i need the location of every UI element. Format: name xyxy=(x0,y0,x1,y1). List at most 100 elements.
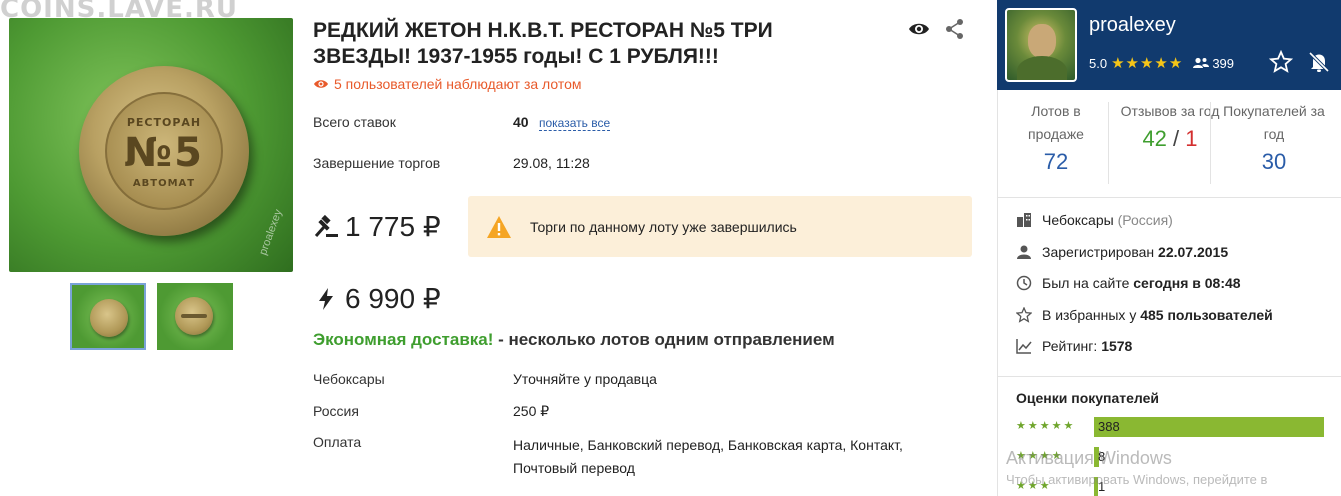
lot-title: РЕДКИЙ ЖЕТОН Н.К.В.Т. РЕСТОРАН №5 ТРИ ЗВ… xyxy=(313,19,773,68)
bids-label: Всего ставок xyxy=(313,114,396,130)
thumbnail-2[interactable] xyxy=(157,283,233,350)
rating-score-label: Рейтинг: xyxy=(1042,338,1098,354)
section-divider xyxy=(998,376,1341,377)
city-label: Чебоксары xyxy=(313,371,385,387)
coin-text-top: РЕСТОРАН xyxy=(126,116,202,129)
stat-reviews-value: 42 / 1 xyxy=(1118,126,1222,152)
seller-rating-value: 5.0 xyxy=(1089,55,1108,71)
windows-activation-hint: Чтобы активировать Windows, перейдите в xyxy=(1006,472,1268,487)
bell-off-icon xyxy=(1308,51,1330,73)
seller-stars: ★★★★★ xyxy=(1111,55,1184,72)
lightning-icon xyxy=(319,287,333,310)
add-seller-to-favorites-button[interactable] xyxy=(1268,49,1294,74)
show-all-bids-link[interactable]: показать все xyxy=(539,116,611,131)
user-icon xyxy=(1017,245,1031,259)
rating-bar xyxy=(1094,417,1324,437)
eye-icon xyxy=(314,80,328,88)
reviews-separator: / xyxy=(1173,126,1180,151)
current-price-value: 1 775 ₽ xyxy=(345,211,441,242)
users-icon xyxy=(1193,57,1210,68)
positive-reviews: 42 xyxy=(1142,126,1167,151)
avatar-face xyxy=(1028,24,1056,58)
section-divider xyxy=(998,197,1341,198)
seller-name-link[interactable]: proalexey xyxy=(1089,14,1176,37)
payment-methods: Наличные, Банковский перевод, Банковская… xyxy=(513,437,903,476)
avatar-robe xyxy=(1017,56,1067,80)
star-outline-icon xyxy=(1016,307,1032,323)
rating-row-count: 388 xyxy=(1098,419,1120,434)
seller-country: (Россия) xyxy=(1117,212,1173,228)
rating-score-value: 1578 xyxy=(1101,338,1133,354)
seller-panel: Лотов в продаже 72 Отзывов за год 42 / 1… xyxy=(997,90,1341,496)
auction-ended-text: Торги по данному лоту уже завершились xyxy=(530,218,797,235)
country-label: Россия xyxy=(313,403,359,419)
seller-rating: 5.0 ★★★★★ 399 xyxy=(1089,54,1234,72)
seller-city: Чебоксары xyxy=(1042,212,1114,228)
stat-lots-value: 72 xyxy=(1043,149,1069,174)
seller-location: Чебоксары (Россия) xyxy=(1016,212,1173,228)
seller-favorites: В избранных у 485 пользователей xyxy=(1016,307,1273,323)
last-seen-label: Был на сайте xyxy=(1042,275,1130,291)
share-icon xyxy=(946,19,963,39)
current-price: 1 775 ₽ xyxy=(313,210,441,243)
stat-buyers-label: Покупателей за год xyxy=(1223,103,1325,142)
delivery-highlight[interactable]: Экономная доставка! xyxy=(313,330,493,349)
favorites-value: 485 пользователей xyxy=(1140,307,1273,323)
main-lot-photo[interactable]: РЕСТОРАН №5 АВТОМАТ proalexey xyxy=(9,18,293,272)
delivery-rest: - несколько лотов одним отправлением xyxy=(493,330,835,349)
registered-label: Зарегистрирован xyxy=(1042,244,1155,260)
city-delivery-value: Уточняйте у продавца xyxy=(513,371,657,387)
rating-row-5[interactable]: ★★★★★ 388 xyxy=(1016,417,1326,437)
stat-divider xyxy=(1210,102,1211,184)
stat-buyers-value: 30 xyxy=(1261,149,1287,174)
coin-image: РЕСТОРАН №5 АВТОМАТ xyxy=(79,66,249,236)
thumbnail-coin-back xyxy=(175,297,213,335)
seller-header: proalexey 5.0 ★★★★★ 399 xyxy=(997,0,1341,90)
coin-center: РЕСТОРАН №5 АВТОМАТ xyxy=(105,92,223,210)
watchers-text: 5 пользователей наблюдают за лотом xyxy=(334,76,582,92)
rating-row-stars: ★★★★★ xyxy=(1016,420,1076,432)
auction-ended-notice: Торги по данному лоту уже завершились xyxy=(468,196,972,257)
thumbnail-coin-front xyxy=(90,299,128,337)
stat-buyers[interactable]: Покупателей за год 30 xyxy=(1222,100,1326,175)
buy-now-price: 6 990 ₽ xyxy=(313,282,441,315)
coin-text-mid: №5 xyxy=(124,130,204,176)
last-seen-value: сегодня в 08:48 xyxy=(1133,275,1241,291)
watch-lot-button[interactable] xyxy=(908,20,930,38)
favorites-label: В избранных у xyxy=(1042,307,1137,323)
seller-avatar[interactable] xyxy=(1005,8,1077,82)
delivery-promo: Экономная доставка! - несколько лотов од… xyxy=(313,330,835,350)
end-value: 29.08, 11:28 xyxy=(513,155,590,171)
stat-lots-for-sale[interactable]: Лотов в продаже 72 xyxy=(1004,100,1108,175)
stat-reviews[interactable]: Отзывов за год 42 / 1 xyxy=(1118,100,1222,152)
seller-last-seen: Был на сайте сегодня в 08:48 xyxy=(1016,275,1241,291)
seller-registered: Зарегистрирован 22.07.2015 xyxy=(1016,244,1228,260)
negative-reviews: 1 xyxy=(1185,126,1198,151)
seller-rating-score: Рейтинг: 1578 xyxy=(1016,338,1132,354)
stat-divider xyxy=(1108,102,1109,184)
registered-date: 22.07.2015 xyxy=(1158,244,1229,260)
city-icon xyxy=(1017,213,1031,227)
trend-chart-icon xyxy=(1016,339,1032,354)
stat-reviews-label: Отзывов за год xyxy=(1120,103,1220,119)
site-watermark: COINS.LAVE.RU xyxy=(0,0,239,24)
bids-count: 40 xyxy=(513,114,529,130)
photo-watermark: proalexey xyxy=(257,207,285,257)
clock-icon xyxy=(1016,275,1032,291)
coin-slot xyxy=(181,314,207,318)
share-button[interactable] xyxy=(945,18,965,40)
notifications-off-button[interactable] xyxy=(1307,50,1331,74)
end-label: Завершение торгов xyxy=(313,155,441,171)
watchers-info: 5 пользователей наблюдают за лотом xyxy=(313,76,582,92)
eye-icon xyxy=(909,23,929,35)
star-outline-icon xyxy=(1268,49,1294,73)
thumbnail-1[interactable] xyxy=(70,283,146,350)
stat-lots-label: Лотов в продаже xyxy=(1028,103,1084,142)
payment-label: Оплата xyxy=(313,434,362,450)
auction-hammer-icon xyxy=(314,214,338,237)
seller-followers: 399 xyxy=(1193,56,1234,71)
warning-icon xyxy=(487,215,511,238)
buyer-ratings-title: Оценки покупателей xyxy=(1016,390,1160,406)
seller-followers-count: 399 xyxy=(1212,55,1235,71)
buy-now-price-value: 6 990 ₽ xyxy=(345,283,441,314)
